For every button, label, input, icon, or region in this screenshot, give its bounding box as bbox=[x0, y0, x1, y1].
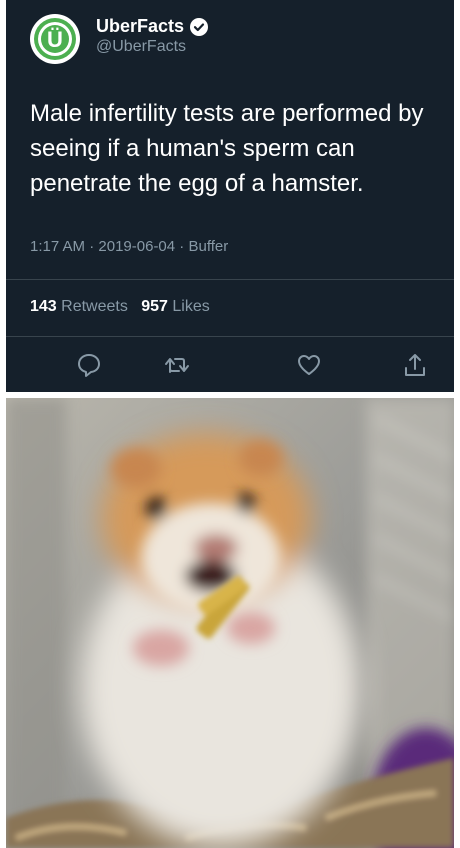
tweet-time[interactable]: 1:17 AM bbox=[30, 238, 85, 255]
tweet-stats: 143 Retweets 957 Likes bbox=[30, 298, 210, 316]
hamster-photo bbox=[6, 398, 454, 848]
handle[interactable]: @UberFacts bbox=[96, 38, 186, 56]
reply-icon[interactable] bbox=[76, 352, 102, 378]
tweet-text: Male infertility tests are performed by … bbox=[30, 100, 424, 197]
avatar-letter: Ü bbox=[47, 27, 63, 52]
action-bar bbox=[6, 352, 454, 384]
tweet-date[interactable]: 2019-06-04 bbox=[98, 238, 175, 255]
meta-separator: · bbox=[89, 238, 99, 255]
verified-badge-icon bbox=[190, 17, 209, 36]
likes-stat[interactable]: 957 Likes bbox=[141, 298, 210, 315]
divider bbox=[6, 336, 454, 337]
tweet-card: Ü UberFacts @UberFacts Male infertility … bbox=[6, 0, 454, 392]
retweets-stat[interactable]: 143 Retweets bbox=[30, 298, 128, 315]
tweet-meta: 1:17 AM · 2019-06-04 · Buffer bbox=[30, 238, 228, 255]
retweets-label: Retweets bbox=[61, 298, 128, 315]
like-icon[interactable] bbox=[296, 352, 322, 378]
avatar[interactable]: Ü bbox=[30, 14, 80, 64]
tweet-source[interactable]: Buffer bbox=[188, 238, 228, 255]
retweet-icon[interactable] bbox=[164, 352, 190, 378]
name-row: UberFacts bbox=[96, 16, 209, 37]
divider bbox=[6, 279, 454, 280]
retweets-count: 143 bbox=[30, 298, 57, 315]
likes-label: Likes bbox=[172, 298, 210, 315]
display-name[interactable]: UberFacts bbox=[96, 16, 184, 37]
share-icon[interactable] bbox=[402, 352, 428, 378]
likes-count: 957 bbox=[141, 298, 168, 315]
